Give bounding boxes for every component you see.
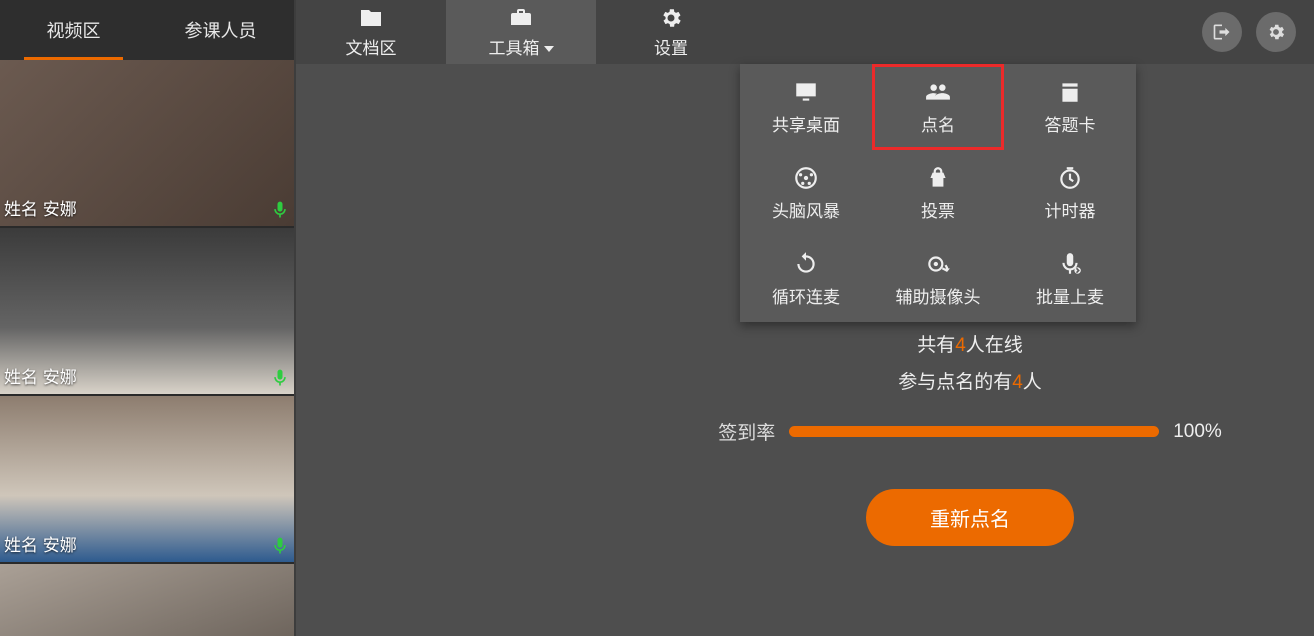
rollcall-progress-fill (789, 426, 1159, 437)
tool-label: 答题卡 (1045, 111, 1096, 136)
screen-share-icon (793, 79, 819, 105)
video-tile[interactable]: 姓名 安娜 (0, 564, 294, 636)
video-tile-label: 姓名 安娜 (4, 531, 77, 556)
aux-camera-icon: + (925, 251, 951, 277)
gear-icon (1266, 22, 1286, 42)
app-root: 视频区 参课人员 姓名 安娜 姓名 安娜 姓名 安娜 姓名 安娜 (0, 0, 1314, 636)
tool-cycle-mic[interactable]: 循环连麦 (740, 236, 872, 322)
chevron-down-icon (544, 46, 554, 52)
svg-text:+: + (945, 264, 951, 275)
tool-label: 点名 (921, 111, 955, 136)
sidebar-tab-video[interactable]: 视频区 (0, 0, 147, 60)
toolbar-item-label: 文档区 (346, 34, 397, 59)
answer-card-icon (1057, 79, 1083, 105)
toolbar-item-docs[interactable]: 文档区 (296, 0, 446, 64)
tool-aux-camera[interactable]: + 辅助摄像头 (872, 236, 1004, 322)
tool-label: 投票 (921, 197, 955, 222)
video-tile[interactable]: 姓名 安娜 (0, 396, 294, 564)
rollcall-rate-value: 100% (1173, 421, 1222, 443)
tool-answer-card[interactable]: 答题卡 (1004, 64, 1136, 150)
sidebar-tab-participants[interactable]: 参课人员 (147, 0, 294, 60)
rollcall-rate-row: 签到率 100% (718, 418, 1222, 445)
tool-label: 头脑风暴 (772, 197, 840, 222)
brainstorm-icon (793, 165, 819, 191)
tool-screen-share[interactable]: 共享桌面 (740, 64, 872, 150)
mic-icon (270, 200, 290, 220)
video-tile-label: 姓名 安娜 (4, 363, 77, 388)
tool-roll-call[interactable]: 点名 (872, 64, 1004, 150)
tool-batch-mic[interactable]: 批量上麦 (1004, 236, 1136, 322)
toolbar-left: 文档区 工具箱 设置 (296, 0, 746, 64)
cycle-mic-icon (793, 251, 819, 277)
video-list: 姓名 安娜 姓名 安娜 姓名 安娜 姓名 安娜 (0, 60, 294, 636)
exit-button[interactable] (1202, 12, 1242, 52)
tool-brainstorm[interactable]: 头脑风暴 (740, 150, 872, 236)
video-tile[interactable]: 姓名 安娜 (0, 60, 294, 228)
top-toolbar: 文档区 工具箱 设置 (296, 0, 1314, 64)
batch-mic-icon (1057, 251, 1083, 277)
sidebar-tabs: 视频区 参课人员 (0, 0, 294, 60)
video-tile[interactable]: 姓名 安娜 (0, 228, 294, 396)
toolbar-item-toolbox[interactable]: 工具箱 (446, 0, 596, 64)
sidebar-tab-label: 视频区 (47, 17, 101, 43)
toolbar-item-label: 工具箱 (489, 34, 554, 59)
rollcall-participated-line: 参与点名的有4人 (898, 367, 1042, 394)
exit-icon (1212, 22, 1232, 42)
toolbar-item-settings[interactable]: 设置 (596, 0, 746, 64)
gear-icon (659, 6, 683, 30)
toolbox-icon (509, 6, 533, 30)
settings-round-button[interactable] (1256, 12, 1296, 52)
toolbox-dropdown: 共享桌面 点名 答题卡 头脑风暴 投票 计时器 (740, 64, 1136, 322)
tool-vote[interactable]: 投票 (872, 150, 1004, 236)
tool-label: 批量上麦 (1036, 283, 1104, 308)
toolbar-right (1202, 0, 1314, 64)
sidebar-tab-label: 参课人员 (185, 17, 257, 43)
tool-label: 循环连麦 (772, 283, 840, 308)
rollcall-progress-bar (789, 426, 1159, 437)
sidebar: 视频区 参课人员 姓名 安娜 姓名 安娜 姓名 安娜 姓名 安娜 (0, 0, 296, 636)
timer-icon (1057, 165, 1083, 191)
folder-icon (359, 6, 383, 30)
users-icon (925, 79, 951, 105)
tool-label: 计时器 (1045, 197, 1096, 222)
rollcall-online-line: 共有4人在线 (917, 330, 1023, 357)
tool-timer[interactable]: 计时器 (1004, 150, 1136, 236)
mic-icon (270, 536, 290, 556)
main-content: 文档区 工具箱 设置 共享桌面 (296, 0, 1314, 636)
toolbar-item-label: 设置 (654, 34, 688, 59)
tool-label: 辅助摄像头 (896, 283, 981, 308)
tool-label: 共享桌面 (772, 111, 840, 136)
rollcall-restart-button[interactable]: 重新点名 (866, 489, 1074, 546)
rollcall-rate-label: 签到率 (718, 418, 775, 445)
mic-icon (270, 368, 290, 388)
vote-icon (925, 165, 951, 191)
rollcall-panel: 共有4人在线 参与点名的有4人 签到率 100% 重新点名 (666, 330, 1274, 546)
video-tile-label: 姓名 安娜 (4, 195, 77, 220)
